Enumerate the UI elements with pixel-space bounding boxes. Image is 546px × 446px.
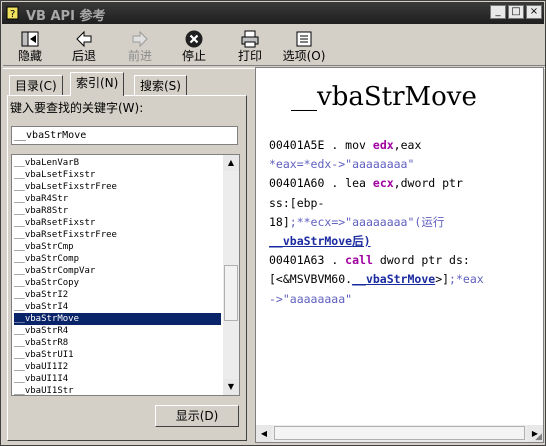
help-window: ? VB API 参考 _ □ × 隐藏 后退 前进 停止 打印 选项(O) 目… xyxy=(0,0,546,446)
keyword-prompt: 键入要查找的关键字(W): xyxy=(10,101,144,115)
index-list-item[interactable]: __vbaStrR4 xyxy=(14,325,68,337)
code-address: 00401A5E xyxy=(269,138,325,152)
index-list[interactable]: __vbaLenVarB __vbaLsetFixstr __vbaLsetFixs… xyxy=(11,154,240,396)
title-bar[interactable]: ? VB API 参考 _ □ × xyxy=(2,2,544,24)
code-text: 18] xyxy=(269,214,290,229)
topic-link[interactable]: __vbaStrMove xyxy=(352,272,435,286)
forward-button[interactable]: 前进 xyxy=(116,27,164,65)
topic-link[interactable]: __vbaStrMove xyxy=(269,234,352,248)
topic-horizontal-scrollbar[interactable]: ◀ ▶ xyxy=(256,425,543,442)
scroll-thumb[interactable] xyxy=(224,265,238,321)
print-button[interactable]: 打印 xyxy=(226,27,274,65)
code-line: __vbaStrMove后) xyxy=(269,232,543,251)
scroll-down-button[interactable]: ▼ xyxy=(223,379,239,395)
index-list-item[interactable]: __vbaRsetFixstr xyxy=(14,217,95,229)
code-opcode: call xyxy=(345,253,373,268)
scroll-up-button[interactable]: ▲ xyxy=(223,155,239,171)
code-opcode: lea xyxy=(345,176,366,191)
topic-content: __vbaStrMove 00401A5E . mov edx,eax *eax=… xyxy=(256,68,543,424)
index-list-scrollbar[interactable]: ▲ ▼ xyxy=(223,155,239,395)
minimize-button[interactable]: _ xyxy=(490,5,506,19)
code-address: 00401A63 xyxy=(269,253,325,268)
index-list-item[interactable]: __vbaStrCompVar xyxy=(14,265,95,277)
back-button[interactable]: 后退 xyxy=(60,27,108,65)
index-list-item[interactable]: __vbaStrMove xyxy=(14,313,79,325)
code-text: ss:[ebp- xyxy=(269,195,325,210)
code-operand: ,dword ptr xyxy=(393,176,463,191)
code-comment: ;*eax xyxy=(449,272,484,287)
code-operand: dword ptr ds: xyxy=(379,253,470,268)
options-button[interactable]: 选项(O) xyxy=(280,27,328,65)
code-line: [<&MSVBVM60.__vbaStrMove>];*eax xyxy=(269,270,543,289)
forward-arrow-icon xyxy=(132,30,148,48)
hide-icon xyxy=(21,31,39,47)
display-button[interactable]: 显示(D) xyxy=(155,405,239,427)
code-line: 00401A60 . lea ecx,dword ptr xyxy=(269,176,463,191)
index-list-item[interactable]: __vbaLsetFixstrFree xyxy=(14,181,117,193)
code-address: 00401A60 xyxy=(269,176,325,191)
index-list-item[interactable]: __vbaStrUI1 xyxy=(14,349,74,361)
code-comment: ;**ecx=>"aaaaaaaa"(运行 xyxy=(289,214,445,229)
index-list-item[interactable]: __vbaR4Str xyxy=(14,193,68,205)
index-list-item[interactable]: __vbaLenVarB xyxy=(14,157,79,169)
code-register: ecx xyxy=(372,176,394,191)
code-operand: ,eax xyxy=(393,138,422,152)
index-list-item[interactable]: __vbaR8Str xyxy=(14,205,68,217)
forward-label: 前进 xyxy=(127,49,152,63)
code-line: *eax=*edx->"aaaaaaaa" xyxy=(269,155,543,174)
topic-pane: __vbaStrMove 00401A5E . mov edx,eax *eax=… xyxy=(255,67,544,443)
stop-label: 停止 xyxy=(181,49,206,63)
scroll-left-button[interactable]: ◀ xyxy=(256,425,272,442)
back-arrow-icon xyxy=(76,30,92,48)
topic-code: 00401A5E . mov edx,eax *eax=*edx->"aaaaaa… xyxy=(269,136,543,309)
print-label: 打印 xyxy=(237,49,262,63)
keyword-input[interactable]: __vbaStrMove xyxy=(11,126,238,145)
index-list-item[interactable]: __vbaStrR8 xyxy=(14,337,68,349)
svg-text:?: ? xyxy=(10,9,15,20)
index-list-item[interactable]: __vbaUI1Str xyxy=(14,385,74,395)
maximize-button[interactable]: □ xyxy=(508,5,524,19)
code-suffix: >] xyxy=(435,272,450,287)
toolbar: 隐藏 后退 前进 停止 打印 选项(O) xyxy=(2,25,544,65)
code-register: edx xyxy=(372,138,394,152)
options-label: 选项(O) xyxy=(282,49,326,63)
horizontal-scroll-thumb[interactable] xyxy=(274,426,525,440)
index-list-item[interactable]: __vbaStrI4 xyxy=(14,301,68,313)
index-list-item[interactable]: __vbaRsetFixstrFree xyxy=(14,229,117,241)
index-list-item[interactable]: __vbaUI1I4 xyxy=(14,373,68,385)
tab-index[interactable]: 索引(N) xyxy=(70,72,125,96)
window-title: VB API 参考 xyxy=(26,9,106,24)
code-suffix: 后) xyxy=(352,233,371,248)
back-label: 后退 xyxy=(71,49,96,63)
code-comment: *eax=*edx->"aaaaaaaa" xyxy=(269,157,415,172)
help-book-icon: ? xyxy=(6,6,19,20)
hide-label: 隐藏 xyxy=(17,49,42,63)
options-icon xyxy=(296,31,312,47)
stop-button[interactable]: 停止 xyxy=(170,27,218,65)
tab-contents[interactable]: 目录(C) xyxy=(9,75,63,95)
code-opcode: mov xyxy=(345,138,366,152)
stop-icon xyxy=(185,30,203,48)
index-list-item[interactable]: __vbaStrCopy xyxy=(14,277,79,289)
code-line: 00401A63 . call dword ptr ds: xyxy=(269,253,470,268)
index-list-item[interactable]: __vbaLsetFixstr xyxy=(14,169,95,181)
code-text: [<&MSVBVM60. xyxy=(269,272,353,287)
code-line: ss:[ebp- xyxy=(269,194,543,213)
close-button[interactable]: × xyxy=(526,5,542,19)
code-comment: ->"aaaaaaaa" xyxy=(269,291,353,306)
code-line: 00401A5E . mov edx,eax xyxy=(269,138,422,152)
topic-heading: __vbaStrMove xyxy=(291,82,477,112)
index-list-item[interactable]: __vbaUI1I2 xyxy=(14,361,68,373)
resize-grip-icon[interactable]: ◢ xyxy=(535,432,542,442)
code-line: ->"aaaaaaaa" xyxy=(269,290,543,309)
tab-search[interactable]: 搜索(S) xyxy=(134,75,187,95)
code-line: 18];**ecx=>"aaaaaaaa"(运行 xyxy=(269,213,543,232)
printer-icon xyxy=(241,30,259,48)
index-list-item[interactable]: __vbaStrComp xyxy=(14,253,79,265)
hide-button[interactable]: 隐藏 xyxy=(6,27,54,65)
index-list-item[interactable]: __vbaStrCmp xyxy=(14,241,74,253)
index-list-item[interactable]: __vbaStrI2 xyxy=(14,289,68,301)
